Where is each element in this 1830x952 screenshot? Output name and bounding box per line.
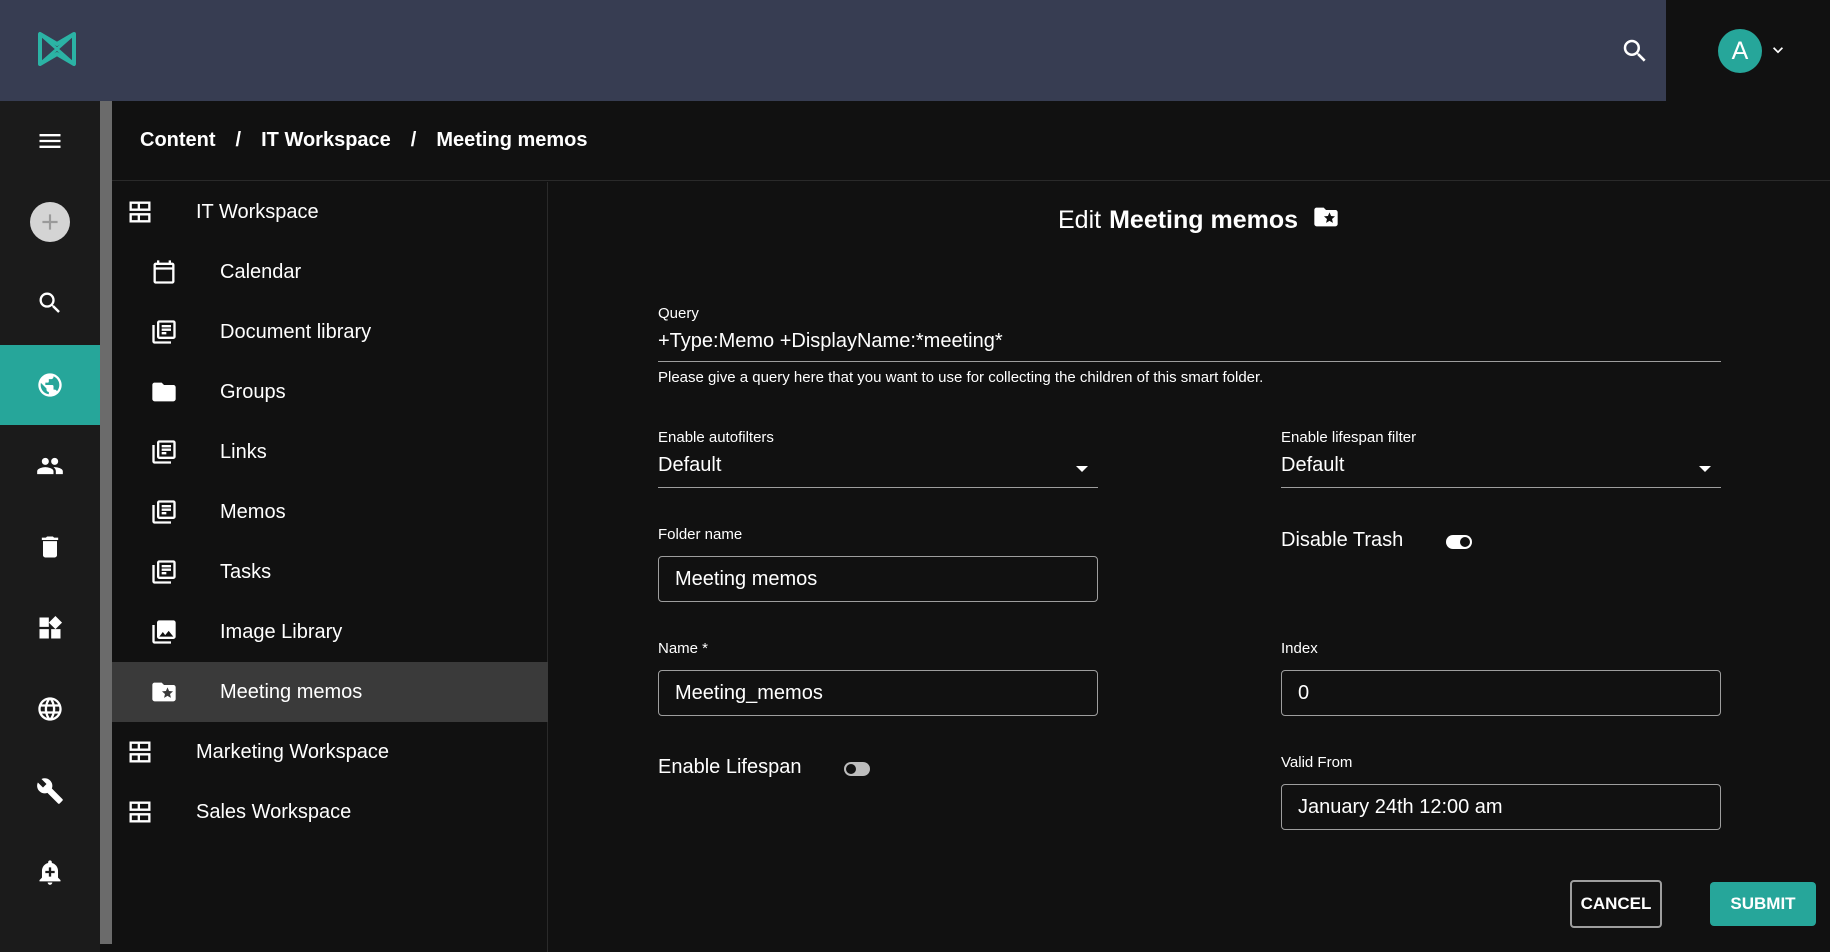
library-icon: [150, 498, 178, 526]
name-label: Name *: [658, 640, 709, 657]
calendar-icon: [150, 258, 178, 286]
tree-item-label: Image Library: [220, 620, 343, 643]
wrench-icon[interactable]: [0, 751, 100, 831]
folder-icon: [150, 378, 178, 406]
breadcrumb: Content / IT Workspace / Meeting memos: [112, 101, 1830, 181]
smart-folder-icon: [150, 678, 178, 706]
tree-item-sales-workspace[interactable]: Sales Workspace: [112, 782, 548, 842]
query-input[interactable]: +Type:Memo +DisplayName:*meeting*: [658, 330, 1721, 362]
disable-trash-toggle[interactable]: [1446, 535, 1472, 549]
breadcrumb-separator: /: [410, 129, 417, 151]
dashboard-icon[interactable]: [0, 588, 100, 668]
content-tree: IT Workspace Calendar Document library G…: [112, 182, 548, 952]
smart-folder-icon: [1314, 207, 1338, 226]
folder-name-input[interactable]: Meeting memos: [658, 556, 1098, 602]
trash-icon[interactable]: [0, 507, 100, 587]
library-icon: [150, 318, 178, 346]
add-icon: [30, 202, 70, 242]
toggle-knob: [1460, 537, 1470, 547]
tree-item-label: Calendar: [220, 260, 302, 283]
tree-item-label: Groups: [220, 380, 286, 403]
image-library-icon: [150, 618, 178, 646]
breadcrumb-item-meeting-memos[interactable]: Meeting memos: [436, 129, 587, 152]
tree-item-label: Sales Workspace: [196, 800, 352, 823]
tree-item-meeting-memos[interactable]: Meeting memos: [112, 662, 548, 722]
disable-trash-label: Disable Trash: [1281, 529, 1404, 551]
tree-item-links[interactable]: Links: [112, 422, 548, 482]
menu-icon[interactable]: [0, 101, 100, 181]
tree-item-marketing-workspace[interactable]: Marketing Workspace: [112, 722, 548, 782]
enable-lifespan-filter-value: Default: [1281, 454, 1345, 476]
library-icon: [150, 558, 178, 586]
folder-name-label: Folder name: [658, 526, 743, 543]
enable-autofilters-value: Default: [658, 454, 722, 476]
valid-from-label: Valid From: [1281, 754, 1353, 771]
tree-item-memos[interactable]: Memos: [112, 482, 548, 542]
enable-lifespan-label: Enable Lifespan: [658, 756, 802, 778]
toggle-knob: [846, 764, 856, 774]
breadcrumb-item-it-workspace[interactable]: IT Workspace: [261, 129, 391, 152]
search-icon[interactable]: [1620, 36, 1650, 66]
user-menu: A: [1666, 0, 1830, 101]
globe-content-icon[interactable]: [0, 345, 100, 425]
enable-lifespan-toggle[interactable]: [844, 762, 870, 776]
title-prefix: Edit: [1058, 206, 1102, 234]
tree-item-label: Marketing Workspace: [196, 740, 390, 763]
tree-item-it-workspace[interactable]: IT Workspace: [112, 182, 548, 242]
top-app-bar: A: [0, 0, 1830, 101]
rail-scrollbar[interactable]: [100, 101, 112, 944]
tree-item-groups[interactable]: Groups: [112, 362, 548, 422]
tree-item-label: IT Workspace: [196, 200, 319, 223]
enable-lifespan-filter-label: Enable lifespan filter: [1281, 429, 1417, 446]
tree-item-label: Meeting memos: [220, 680, 363, 703]
name-input[interactable]: Meeting_memos: [658, 670, 1098, 716]
workspace-icon: [126, 198, 154, 226]
title-name: Meeting memos: [1109, 206, 1299, 234]
page-title: Edit Meeting memos: [1058, 206, 1340, 235]
users-icon[interactable]: [0, 426, 100, 506]
language-icon[interactable]: [0, 669, 100, 749]
chevron-down-icon[interactable]: [1768, 40, 1788, 60]
tree-item-label: Memos: [220, 500, 286, 523]
enable-lifespan-filter-select[interactable]: Default: [1281, 454, 1721, 488]
add-button[interactable]: [0, 182, 100, 262]
query-help-text: Please give a query here that you want t…: [658, 369, 1264, 386]
sensenet-logo-icon[interactable]: [36, 28, 78, 70]
search-icon[interactable]: [0, 263, 100, 343]
tree-item-tasks[interactable]: Tasks: [112, 542, 548, 602]
breadcrumb-item-content[interactable]: Content: [140, 129, 216, 152]
tree-item-label: Tasks: [220, 560, 272, 583]
breadcrumb-separator: /: [235, 129, 242, 151]
workspace-icon: [126, 738, 154, 766]
left-nav-rail: [0, 101, 100, 952]
submit-button[interactable]: SUBMIT: [1710, 882, 1816, 926]
index-input[interactable]: 0: [1281, 670, 1721, 716]
dropdown-arrow-icon: [1076, 466, 1088, 472]
enable-autofilters-label: Enable autofilters: [658, 429, 774, 446]
workspace-icon: [126, 798, 154, 826]
index-label: Index: [1281, 640, 1318, 657]
tree-item-document-library[interactable]: Document library: [112, 302, 548, 362]
avatar[interactable]: A: [1718, 29, 1762, 73]
tree-item-label: Links: [220, 440, 267, 463]
valid-from-input[interactable]: January 24th 12:00 am: [1281, 784, 1721, 830]
library-icon: [150, 438, 178, 466]
tree-item-image-library[interactable]: Image Library: [112, 602, 548, 662]
tree-item-calendar[interactable]: Calendar: [112, 242, 548, 302]
query-label: Query: [658, 305, 699, 322]
dropdown-arrow-icon: [1699, 466, 1711, 472]
cancel-button[interactable]: CANCEL: [1570, 880, 1662, 928]
enable-autofilters-select[interactable]: Default: [658, 454, 1098, 488]
alarm-add-icon[interactable]: [0, 832, 100, 912]
tree-item-label: Document library: [220, 320, 372, 343]
